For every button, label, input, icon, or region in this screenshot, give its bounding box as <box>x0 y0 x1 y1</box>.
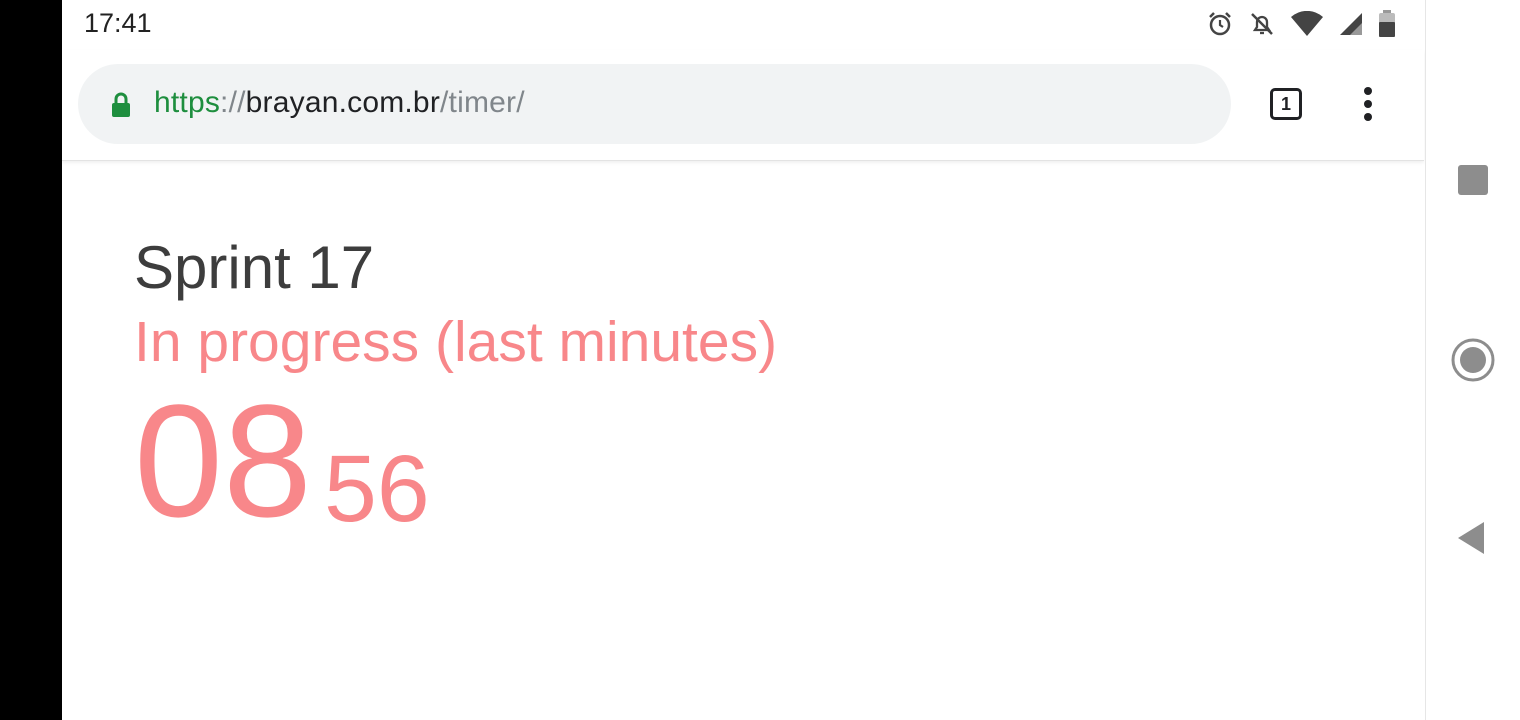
sprint-status: In progress (last minutes) <box>134 310 778 374</box>
home-icon[interactable] <box>1450 337 1496 388</box>
alarm-icon <box>1206 10 1234 38</box>
battery-icon <box>1378 10 1396 38</box>
more-vert-icon[interactable] <box>1358 86 1378 127</box>
notifications-off-icon <box>1248 10 1276 38</box>
signal-icon <box>1338 11 1364 37</box>
timer-seconds: 56 <box>324 436 430 542</box>
system-nav-bar <box>1425 0 1520 720</box>
screen-edge <box>0 0 62 720</box>
address-bar[interactable]: https://brayan.com.br/timer/ <box>78 64 1231 144</box>
url-scheme: https <box>154 86 221 119</box>
lock-icon <box>110 92 132 123</box>
url-path: /timer/ <box>440 86 525 119</box>
url-separator: :// <box>220 86 246 119</box>
status-bar: 17:41 <box>62 0 1424 50</box>
url-host: brayan.com.br <box>245 86 441 119</box>
recent-apps-icon[interactable] <box>1458 165 1488 195</box>
sprint-title: Sprint 17 <box>134 234 375 301</box>
browser-window: 17:41 https://brayan.com.br/timer/ 1 Spr… <box>62 0 1424 720</box>
status-time: 17:41 <box>84 8 152 38</box>
tab-switcher-button[interactable]: 1 <box>1270 88 1302 120</box>
tab-count: 1 <box>1280 93 1291 114</box>
browser-toolbar: https://brayan.com.br/timer/ 1 <box>62 50 1424 161</box>
timer-minutes: 08 <box>134 371 312 550</box>
page-content: Sprint 17 In progress (last minutes) 08 … <box>62 161 1424 720</box>
wifi-icon <box>1290 11 1324 37</box>
url-text[interactable]: https://brayan.com.br/timer/ <box>154 86 525 120</box>
status-icons <box>1206 10 1396 38</box>
back-icon[interactable] <box>1456 520 1486 561</box>
